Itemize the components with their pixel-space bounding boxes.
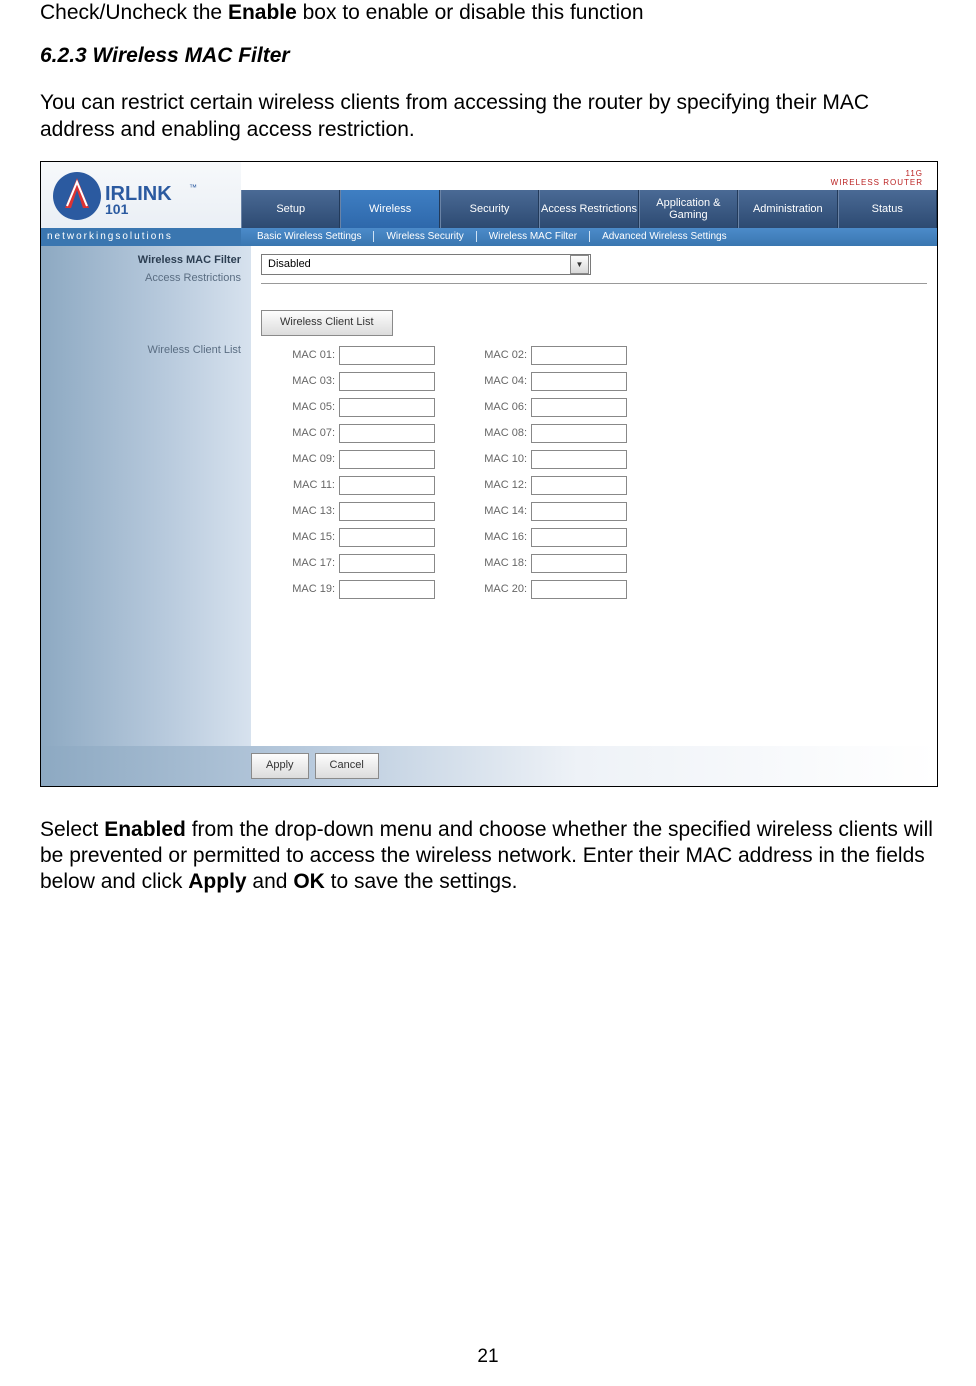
router-screenshot: IRLINK ™ 101 networkingsolutions 11G WIR… <box>40 161 938 787</box>
mac-label: MAC 12: <box>475 479 531 491</box>
mac-label: MAC 07: <box>283 427 339 439</box>
p2-mid2: and <box>247 870 294 893</box>
paragraph-1: You can restrict certain wireless client… <box>40 90 936 143</box>
mac-label: MAC 13: <box>283 505 339 517</box>
mac-input-08[interactable] <box>531 424 627 443</box>
subtab-wireless-mac-filter[interactable]: Wireless MAC Filter <box>477 231 590 242</box>
mac-label: MAC 01: <box>283 349 339 361</box>
sidebar-label-wireless-client-list: Wireless Client List <box>41 344 241 356</box>
wireless-client-list-button[interactable]: Wireless Client List <box>261 310 393 336</box>
mac-label: MAC 09: <box>283 453 339 465</box>
intro-bold: Enable <box>228 1 297 24</box>
router-footer: Apply Cancel <box>41 746 937 786</box>
mac-input-05[interactable] <box>339 398 435 417</box>
tab-administration[interactable]: Administration <box>738 190 837 228</box>
badge-bottom: WIRELESS ROUTER <box>831 179 923 188</box>
tab-application-gaming[interactable]: Application & Gaming <box>639 190 738 228</box>
mac-label: MAC 10: <box>475 453 531 465</box>
mac-input-09[interactable] <box>339 450 435 469</box>
p2-b1: Enabled <box>104 818 186 841</box>
mac-label: MAC 14: <box>475 505 531 517</box>
cancel-button[interactable]: Cancel <box>315 753 379 779</box>
mac-input-18[interactable] <box>531 554 627 573</box>
mac-label: MAC 04: <box>475 375 531 387</box>
mac-input-10[interactable] <box>531 450 627 469</box>
mac-input-02[interactable] <box>531 346 627 365</box>
mac-label: MAC 06: <box>475 401 531 413</box>
mac-input-14[interactable] <box>531 502 627 521</box>
subtab-advanced-wireless[interactable]: Advanced Wireless Settings <box>590 231 739 242</box>
tab-wireless[interactable]: Wireless <box>340 190 439 228</box>
brand-badge: 11G WIRELESS ROUTER <box>831 170 923 188</box>
mac-input-17[interactable] <box>339 554 435 573</box>
mac-input-19[interactable] <box>339 580 435 599</box>
main-panel: Disabled ▼ Wireless Client List MAC 01:M… <box>251 246 937 746</box>
mac-label: MAC 20: <box>475 583 531 595</box>
chevron-down-icon[interactable]: ▼ <box>570 255 589 274</box>
mac-input-20[interactable] <box>531 580 627 599</box>
p2-pre: Select <box>40 818 104 841</box>
mac-input-11[interactable] <box>339 476 435 495</box>
mac-label: MAC 11: <box>283 479 339 491</box>
mac-label: MAC 08: <box>475 427 531 439</box>
mac-input-13[interactable] <box>339 502 435 521</box>
intro-prefix: Check/Uncheck the <box>40 1 228 24</box>
sidebar-label-access-restrictions: Access Restrictions <box>41 272 241 284</box>
mac-grid: MAC 01: MAC 02: MAC 03: MAC 04: MAC 05: MAC… <box>283 346 927 599</box>
p2-suf: to save the settings. <box>325 870 518 893</box>
paragraph-2: Select Enabled from the drop-down menu a… <box>40 817 936 896</box>
brand-subtitle: networkingsolutions <box>41 228 241 246</box>
intro-line: Check/Uncheck the Enable box to enable o… <box>40 0 936 26</box>
svg-text:101: 101 <box>105 201 129 217</box>
divider <box>261 283 927 284</box>
p2-b2: Apply <box>188 870 246 893</box>
apply-button[interactable]: Apply <box>251 753 309 779</box>
logo-area: IRLINK ™ 101 networkingsolutions <box>41 162 241 246</box>
page-number: 21 <box>0 1346 976 1368</box>
airlink-logo: IRLINK ™ 101 <box>49 168 209 224</box>
mac-input-15[interactable] <box>339 528 435 547</box>
mac-input-03[interactable] <box>339 372 435 391</box>
tab-access-restrictions[interactable]: Access Restrictions <box>539 190 638 228</box>
tab-security[interactable]: Security <box>440 190 539 228</box>
header-right: 11G WIRELESS ROUTER Setup Wireless Secur… <box>241 162 937 246</box>
mac-input-04[interactable] <box>531 372 627 391</box>
section-heading: 6.2.3 Wireless MAC Filter <box>40 44 936 68</box>
sub-tabs: Basic Wireless Settings Wireless Securit… <box>241 228 937 246</box>
dropdown-value: Disabled <box>268 258 311 270</box>
mac-input-12[interactable] <box>531 476 627 495</box>
mac-input-01[interactable] <box>339 346 435 365</box>
router-body: Wireless MAC Filter Access Restrictions … <box>41 246 937 746</box>
mac-input-07[interactable] <box>339 424 435 443</box>
mac-label: MAC 05: <box>283 401 339 413</box>
main-tabs: Setup Wireless Security Access Restricti… <box>241 190 937 228</box>
router-header: IRLINK ™ 101 networkingsolutions 11G WIR… <box>41 162 937 246</box>
intro-suffix: box to enable or disable this function <box>297 1 644 24</box>
mac-label: MAC 19: <box>283 583 339 595</box>
mac-label: MAC 02: <box>475 349 531 361</box>
mac-input-06[interactable] <box>531 398 627 417</box>
sidebar-title: Wireless MAC Filter <box>41 254 241 266</box>
subtab-basic-wireless[interactable]: Basic Wireless Settings <box>245 231 374 242</box>
mac-label: MAC 16: <box>475 531 531 543</box>
tab-status[interactable]: Status <box>838 190 937 228</box>
tab-setup[interactable]: Setup <box>241 190 340 228</box>
mac-label: MAC 17: <box>283 557 339 569</box>
access-restriction-dropdown[interactable]: Disabled ▼ <box>261 254 591 275</box>
mac-label: MAC 03: <box>283 375 339 387</box>
p2-b3: OK <box>293 870 325 893</box>
svg-text:™: ™ <box>189 183 197 192</box>
mac-input-16[interactable] <box>531 528 627 547</box>
mac-label: MAC 15: <box>283 531 339 543</box>
sidebar: Wireless MAC Filter Access Restrictions … <box>41 246 251 746</box>
subtab-wireless-security[interactable]: Wireless Security <box>374 231 476 242</box>
mac-label: MAC 18: <box>475 557 531 569</box>
